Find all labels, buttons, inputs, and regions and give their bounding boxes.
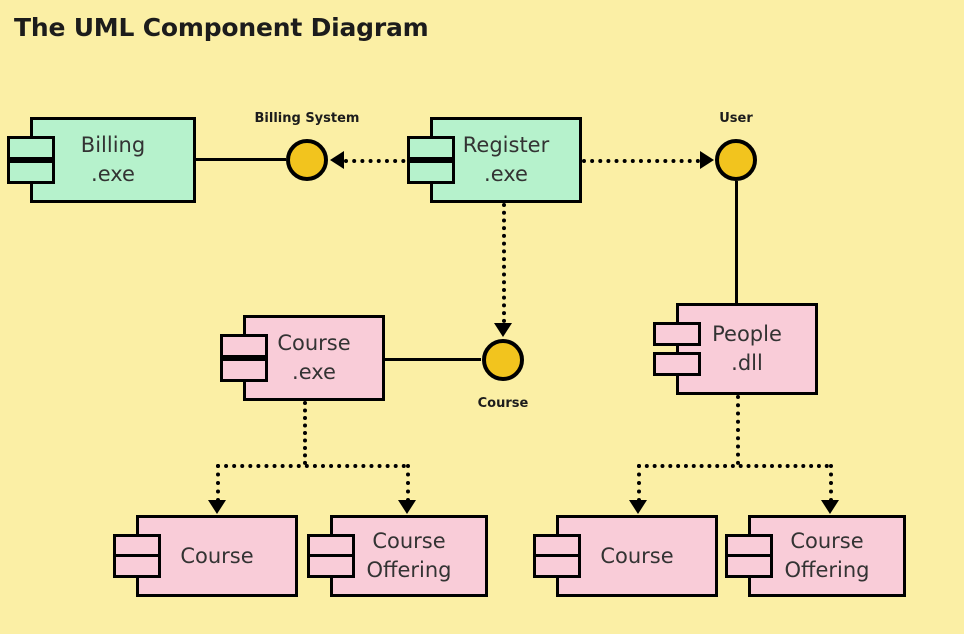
component-port-top <box>220 334 268 358</box>
connector-course-exe-to-course-interface <box>385 358 481 361</box>
component-name-line2: Offering <box>784 558 870 582</box>
interface-circle-course[interactable] <box>482 339 524 381</box>
connector-course-exe-to-course-left <box>216 464 220 502</box>
component-port-bottom <box>653 352 701 376</box>
arrowhead-offering-right <box>821 500 839 514</box>
component-name: People <box>712 322 782 347</box>
connector-billing-to-billing-system <box>196 158 286 161</box>
component-name: Course <box>372 529 446 554</box>
component-port-bottom <box>220 358 268 382</box>
component-port-bottom <box>113 554 161 578</box>
interface-label-billing-system: Billing System <box>254 111 360 126</box>
connector-people-dll-to-course-right <box>637 464 641 502</box>
component-port-bottom <box>533 554 581 578</box>
component-name: Course <box>180 543 254 568</box>
connector-course-exe-to-offering-left <box>406 464 410 502</box>
connector-people-dll-to-offering-right <box>829 464 833 502</box>
component-name: Register <box>462 133 550 158</box>
connector-user-to-people-dll <box>735 181 738 305</box>
component-port-top <box>653 322 701 346</box>
component-course-offering-right[interactable]: Course Offering <box>725 515 906 597</box>
component-name: Course <box>277 331 351 356</box>
component-people-dll[interactable]: People .dll <box>653 303 818 395</box>
interface-label-user: User <box>719 111 753 126</box>
interface-circle-user[interactable] <box>715 139 757 181</box>
arrowhead-offering-left <box>398 500 416 514</box>
component-port-bottom <box>307 554 355 578</box>
component-name-line2: Offering <box>366 558 452 582</box>
connector-people-dll-trunk <box>736 395 740 465</box>
component-course-exe[interactable]: Course .exe <box>220 315 385 401</box>
component-port-bottom <box>407 160 455 184</box>
component-name: Course <box>790 529 864 554</box>
connector-register-to-user <box>582 159 700 163</box>
connector-course-exe-crossbar <box>216 464 406 468</box>
component-billing[interactable]: Billing .exe <box>7 117 196 203</box>
connector-register-to-course-interface <box>502 203 506 323</box>
interface-label-course: Course <box>477 396 529 411</box>
component-course-left[interactable]: Course <box>113 515 298 597</box>
arrowhead-user <box>700 151 714 169</box>
arrowhead-course-right <box>629 500 647 514</box>
page-title: The UML Component Diagram <box>14 13 429 42</box>
component-register[interactable]: Register .exe <box>407 117 582 203</box>
interface-circle-billing-system[interactable] <box>286 139 328 181</box>
connector-people-dll-crossbar <box>637 464 829 468</box>
component-port-top <box>407 136 455 160</box>
component-extension: .exe <box>292 360 336 384</box>
arrowhead-course-left <box>208 500 226 514</box>
uml-component-diagram-canvas: The UML Component Diagram Billing System… <box>0 0 964 634</box>
component-port-top <box>7 136 55 160</box>
component-course-right[interactable]: Course <box>533 515 718 597</box>
component-port-bottom <box>725 554 773 578</box>
component-extension: .dll <box>731 351 763 375</box>
component-course-offering-left[interactable]: Course Offering <box>307 515 488 597</box>
component-extension: .exe <box>484 162 528 186</box>
connector-course-exe-trunk <box>303 401 307 465</box>
arrowhead-billing-system <box>330 151 344 169</box>
component-name: Course <box>600 543 674 568</box>
component-port-bottom <box>7 160 55 184</box>
arrowhead-course-interface <box>494 323 512 337</box>
component-extension: .exe <box>91 162 135 186</box>
component-name: Billing <box>80 133 146 158</box>
